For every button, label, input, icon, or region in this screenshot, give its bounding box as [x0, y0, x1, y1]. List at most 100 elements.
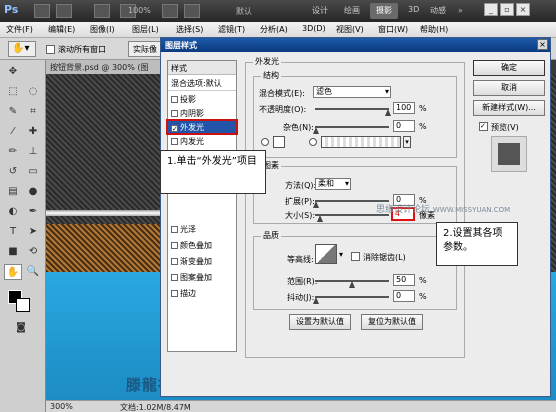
workspace-tab-3d[interactable]: 3D — [402, 3, 425, 19]
crop-tool-icon[interactable]: ⌗ — [24, 104, 42, 120]
path-select-tool-icon[interactable]: ➤ — [24, 224, 42, 240]
glow-gradient-picker[interactable] — [321, 136, 401, 148]
style-item-stroke[interactable]: 描边 — [168, 287, 236, 299]
style-checkbox[interactable] — [171, 110, 178, 117]
hand-tool-icon[interactable]: ✋ — [4, 264, 22, 280]
blend-mode-select[interactable]: 滤色 — [313, 86, 391, 98]
menu-edit[interactable]: 编辑(E) — [48, 24, 75, 35]
minimize-button[interactable]: _ — [484, 3, 498, 16]
stamp-tool-icon[interactable]: ⊥ — [24, 144, 42, 160]
menu-3d[interactable]: 3D(D) — [302, 24, 326, 33]
quick-mask-icon[interactable]: ◙ — [12, 320, 30, 336]
hand-tool-icon[interactable] — [162, 4, 178, 18]
style-item-inner-glow[interactable]: 内发光 — [168, 135, 236, 147]
jitter-slider[interactable] — [315, 296, 389, 298]
style-checkbox[interactable] — [171, 96, 178, 103]
preview-checkbox[interactable]: ✓ — [479, 122, 488, 131]
style-checkbox[interactable] — [171, 226, 178, 233]
status-zoom[interactable]: 300% — [50, 402, 73, 411]
workspace-tab-photography[interactable]: 摄影 — [370, 3, 398, 19]
style-checkbox[interactable] — [171, 290, 178, 297]
menu-layer[interactable]: 图层(L) — [132, 24, 159, 35]
actual-pixels-button[interactable]: 实际像 — [128, 41, 162, 57]
menu-select[interactable]: 选择(S) — [176, 24, 203, 35]
menu-help[interactable]: 帮助(H) — [420, 24, 448, 35]
3d-rotate-tool-icon[interactable]: ⟲ — [24, 244, 42, 260]
workspace-default[interactable]: 默认 — [236, 6, 252, 17]
eyedropper-tool-icon[interactable]: ⁄ — [4, 124, 22, 140]
zoom-level[interactable]: 100% — [128, 6, 151, 15]
noise-slider[interactable] — [315, 126, 389, 128]
style-item-outer-glow[interactable]: ✓ 外发光 — [166, 119, 238, 135]
workspace-tab-design[interactable]: 设计 — [306, 3, 334, 19]
type-tool-icon[interactable]: T — [4, 224, 22, 240]
ok-button[interactable]: 确定 — [473, 60, 545, 76]
shape-tool-icon[interactable]: ■ — [4, 244, 22, 260]
style-item-pattern-overlay[interactable]: 图案叠加 — [168, 271, 236, 283]
dialog-close-icon[interactable]: × — [537, 39, 548, 50]
gradient-radio[interactable] — [309, 138, 317, 146]
new-style-button[interactable]: 新建样式(W)... — [473, 100, 545, 116]
style-item-color-overlay[interactable]: 颜色叠加 — [168, 239, 236, 251]
view-extras-icon[interactable] — [94, 4, 110, 18]
menu-filter[interactable]: 滤镜(T) — [218, 24, 245, 35]
quick-select-tool-icon[interactable]: ✎ — [4, 104, 22, 120]
healing-tool-icon[interactable]: ✚ — [24, 124, 42, 140]
background-color-swatch[interactable] — [16, 298, 30, 312]
pen-tool-icon[interactable]: ✒ — [24, 204, 42, 220]
blur-tool-icon[interactable]: ● — [24, 184, 42, 200]
menu-view[interactable]: 视图(V) — [336, 24, 364, 35]
jitter-input[interactable]: 0 — [393, 290, 415, 302]
contour-thumbnail[interactable] — [315, 244, 337, 264]
noise-input[interactable]: 0 — [393, 120, 415, 132]
glow-color-swatch[interactable] — [273, 136, 285, 148]
style-checkbox[interactable] — [171, 138, 178, 145]
blend-options-item[interactable]: 混合选项:默认 — [168, 77, 236, 91]
tool-preset-picker[interactable]: ✋▾ — [8, 41, 36, 57]
move-tool-icon[interactable]: ✥ — [4, 64, 22, 80]
close-button[interactable]: × — [516, 3, 530, 16]
contour-dropdown-icon[interactable]: ▾ — [339, 250, 343, 259]
document-tab[interactable]: 按钮背景.psd @ 300% (图 — [46, 60, 166, 74]
style-item-drop-shadow[interactable]: 投影 — [168, 93, 236, 105]
dodge-tool-icon[interactable]: ◐ — [4, 204, 22, 220]
workspace-more-icon[interactable]: » — [458, 6, 463, 15]
opacity-input[interactable]: 100 — [393, 102, 415, 114]
workspace-tab-motion[interactable]: 动感 — [424, 3, 452, 19]
menu-window[interactable]: 窗口(W) — [378, 24, 408, 35]
solid-color-radio[interactable] — [261, 138, 269, 146]
style-item-gradient-overlay[interactable]: 渐变叠加 — [168, 255, 236, 267]
screen-mode-icon[interactable] — [184, 4, 200, 18]
history-brush-icon[interactable]: ↺ — [4, 164, 22, 180]
style-checkbox[interactable] — [171, 258, 178, 265]
style-checkbox[interactable] — [171, 274, 178, 281]
marquee-tool-icon[interactable]: ⬚ — [4, 84, 22, 100]
brush-tool-icon[interactable]: ✏ — [4, 144, 22, 160]
method-select[interactable]: 柔和 — [315, 178, 351, 190]
styles-header[interactable]: 样式 — [168, 61, 236, 75]
antialias-checkbox[interactable] — [351, 252, 360, 261]
menu-image[interactable]: 图像(I) — [90, 24, 115, 35]
minibridge-icon[interactable] — [56, 4, 72, 18]
menu-analysis[interactable]: 分析(A) — [260, 24, 288, 35]
forum-watermark: 思缘设计论坛 WWW.MISSYUAN.COM — [376, 202, 510, 215]
style-checkbox[interactable] — [171, 242, 178, 249]
eraser-tool-icon[interactable]: ▭ — [24, 164, 42, 180]
zoom-tool-icon[interactable]: 🔍 — [24, 264, 42, 280]
scroll-all-checkbox[interactable] — [46, 45, 55, 54]
range-input[interactable]: 50 — [393, 274, 415, 286]
opacity-slider[interactable] — [315, 108, 389, 110]
set-default-button[interactable]: 设置为默认值 — [289, 314, 351, 330]
lasso-tool-icon[interactable]: ◌ — [24, 84, 42, 100]
workspace-tab-painting[interactable]: 绘画 — [338, 3, 366, 19]
restore-button[interactable]: ▫ — [500, 3, 514, 16]
style-item-inner-shadow[interactable]: 内阴影 — [168, 107, 236, 119]
gradient-tool-icon[interactable]: ▤ — [4, 184, 22, 200]
style-checkbox-checked[interactable]: ✓ — [171, 125, 178, 133]
menu-file[interactable]: 文件(F) — [6, 24, 33, 35]
style-item-satin[interactable]: 光泽 — [168, 223, 236, 235]
bridge-icon[interactable] — [34, 4, 50, 18]
cancel-button[interactable]: 取消 — [473, 80, 545, 96]
reset-default-button[interactable]: 复位为默认值 — [361, 314, 423, 330]
gradient-dropdown-icon[interactable]: ▾ — [403, 136, 411, 148]
